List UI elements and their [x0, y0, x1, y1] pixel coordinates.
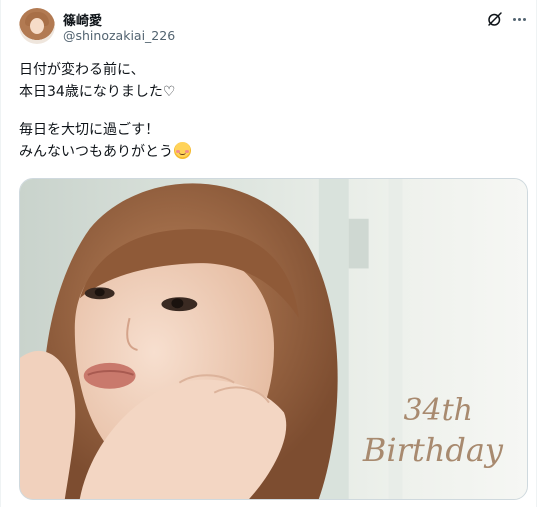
- tweet-text: 日付が変わる前に、 本日34歳になりました♡ 毎日を大切に過ごす！ みんないつも…: [19, 60, 519, 163]
- more-icon[interactable]: [509, 9, 529, 29]
- user-handle[interactable]: @shinozakiai_226: [63, 28, 175, 43]
- display-name[interactable]: 篠崎愛: [63, 10, 102, 29]
- photo-overlay-birthday-text: Birthday: [362, 431, 503, 469]
- tweet-line: 日付が変わる前に、: [19, 62, 145, 78]
- avatar[interactable]: [19, 8, 55, 44]
- more-dot: [517, 17, 521, 21]
- avatar-face: [30, 18, 44, 34]
- tweet-line: 本日34歳になりました♡: [19, 83, 176, 100]
- smiling-blush-emoji-icon: [174, 141, 191, 159]
- more-dot: [512, 17, 516, 21]
- photo-overlay-age-text: 34th: [403, 393, 473, 428]
- tweet-line: 毎日を大切に過ごす！: [19, 122, 160, 138]
- tweet-photo[interactable]: 34th Birthday: [19, 178, 528, 500]
- tweet-card: 篠崎愛 @shinozakiai_226 日付が変わる前に、 本日34歳になりま…: [0, 0, 537, 507]
- tweet-line-text: みんないつもありがとう: [19, 143, 173, 160]
- grok-icon[interactable]: [486, 10, 504, 28]
- more-dot: [522, 17, 526, 21]
- tweet-line-with-emoji: みんないつもありがとう: [19, 141, 519, 164]
